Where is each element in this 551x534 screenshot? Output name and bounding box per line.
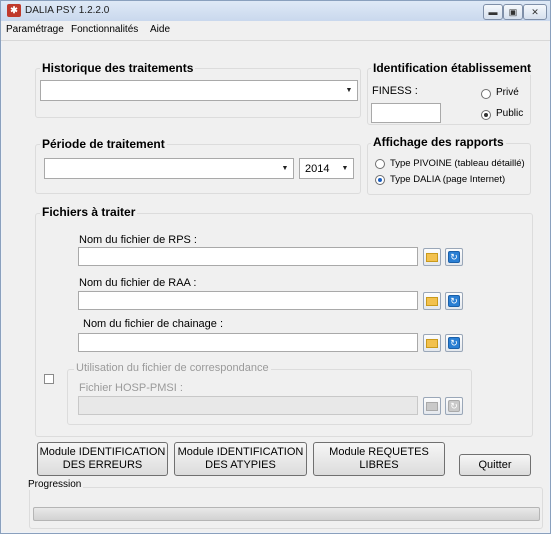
historique-combo[interactable]: ▼ xyxy=(40,80,358,101)
identification-title: Identification établissement xyxy=(371,61,534,75)
module-requetes-button[interactable]: Module REQUETES LIBRES xyxy=(313,442,445,476)
menu-bar: Paramétrage Fonctionnalités Aide xyxy=(1,21,550,41)
rapports-group xyxy=(367,143,531,195)
year-combo[interactable]: 2014 ▼ xyxy=(299,158,354,179)
refresh-icon: ↻ xyxy=(448,400,460,412)
close-button[interactable]: ✕ xyxy=(523,4,547,20)
chainage-label: Nom du fichier de chainage : xyxy=(83,318,224,330)
raa-input[interactable] xyxy=(78,291,418,310)
historique-title: Historique des traitements xyxy=(40,61,196,75)
year-value: 2014 xyxy=(305,163,330,175)
module-atypies-button[interactable]: Module IDENTIFICATION DES ATYPIES xyxy=(174,442,307,476)
menu-aide[interactable]: Aide xyxy=(150,24,170,35)
pivoine-label: Type PIVOINE (tableau détaillé) xyxy=(390,158,525,169)
chainage-input[interactable] xyxy=(78,333,418,352)
periode-title: Période de traitement xyxy=(40,137,167,151)
folder-icon xyxy=(426,402,438,411)
chainage-browse-button[interactable] xyxy=(423,334,441,352)
rps-input[interactable] xyxy=(78,247,418,266)
radio-prive[interactable] xyxy=(481,89,491,99)
app-icon: ✱ xyxy=(7,4,21,17)
folder-icon xyxy=(426,339,438,348)
maximize-button[interactable]: ▣ xyxy=(503,4,523,20)
correspondance-label: Utilisation du fichier de correspondance xyxy=(74,362,271,374)
raa-refresh-button[interactable]: ↻ xyxy=(445,292,463,310)
periode-combo[interactable]: ▼ xyxy=(44,158,294,179)
rps-label: Nom du fichier de RPS : xyxy=(79,234,197,246)
raa-label: Nom du fichier de RAA : xyxy=(79,277,197,289)
rps-browse-button[interactable] xyxy=(423,248,441,266)
hosp-input[interactable] xyxy=(78,396,418,415)
refresh-icon: ↻ xyxy=(448,337,460,349)
radio-dalia[interactable] xyxy=(375,175,385,185)
menu-parametrage[interactable]: Paramétrage xyxy=(6,24,64,35)
rps-refresh-button[interactable]: ↻ xyxy=(445,248,463,266)
chevron-down-icon[interactable]: ▼ xyxy=(341,81,357,100)
finess-input[interactable] xyxy=(371,103,441,123)
finess-label: FINESS : xyxy=(372,85,418,97)
menu-fonctionnalites[interactable]: Fonctionnalités xyxy=(71,24,138,35)
module-erreurs-button[interactable]: Module IDENTIFICATION DES ERREURS xyxy=(37,442,168,476)
hosp-refresh-button[interactable]: ↻ xyxy=(445,397,463,415)
app-window: ✱ DALIA PSY 1.2.2.0 ▬ ▣ ✕ Paramétrage Fo… xyxy=(0,0,551,534)
public-label: Public xyxy=(496,108,524,119)
raa-browse-button[interactable] xyxy=(423,292,441,310)
minimize-button[interactable]: ▬ xyxy=(483,4,503,20)
correspondance-checkbox[interactable] xyxy=(44,374,54,384)
chevron-down-icon[interactable]: ▼ xyxy=(337,159,353,178)
title-bar: ✱ DALIA PSY 1.2.2.0 ▬ ▣ ✕ xyxy=(1,1,550,21)
rapports-title: Affichage des rapports xyxy=(371,135,506,149)
radio-public[interactable] xyxy=(481,110,491,120)
radio-pivoine[interactable] xyxy=(375,159,385,169)
refresh-icon: ↻ xyxy=(448,251,460,263)
fichiers-title: Fichiers à traiter xyxy=(40,205,138,219)
chevron-down-icon[interactable]: ▼ xyxy=(277,159,293,178)
window-title: DALIA PSY 1.2.2.0 xyxy=(25,5,110,16)
dalia-label: Type DALIA (page Internet) xyxy=(390,174,506,185)
hosp-label: Fichier HOSP-PMSI : xyxy=(79,382,183,394)
progression-label: Progression xyxy=(28,479,84,490)
progress-bar xyxy=(33,507,540,521)
folder-icon xyxy=(426,253,438,262)
client-area: Historique des traitements ▼ Identificat… xyxy=(2,41,549,532)
refresh-icon: ↻ xyxy=(448,295,460,307)
quitter-button[interactable]: Quitter xyxy=(459,454,531,476)
chainage-refresh-button[interactable]: ↻ xyxy=(445,334,463,352)
prive-label: Privé xyxy=(496,87,519,98)
folder-icon xyxy=(426,297,438,306)
hosp-browse-button[interactable] xyxy=(423,397,441,415)
